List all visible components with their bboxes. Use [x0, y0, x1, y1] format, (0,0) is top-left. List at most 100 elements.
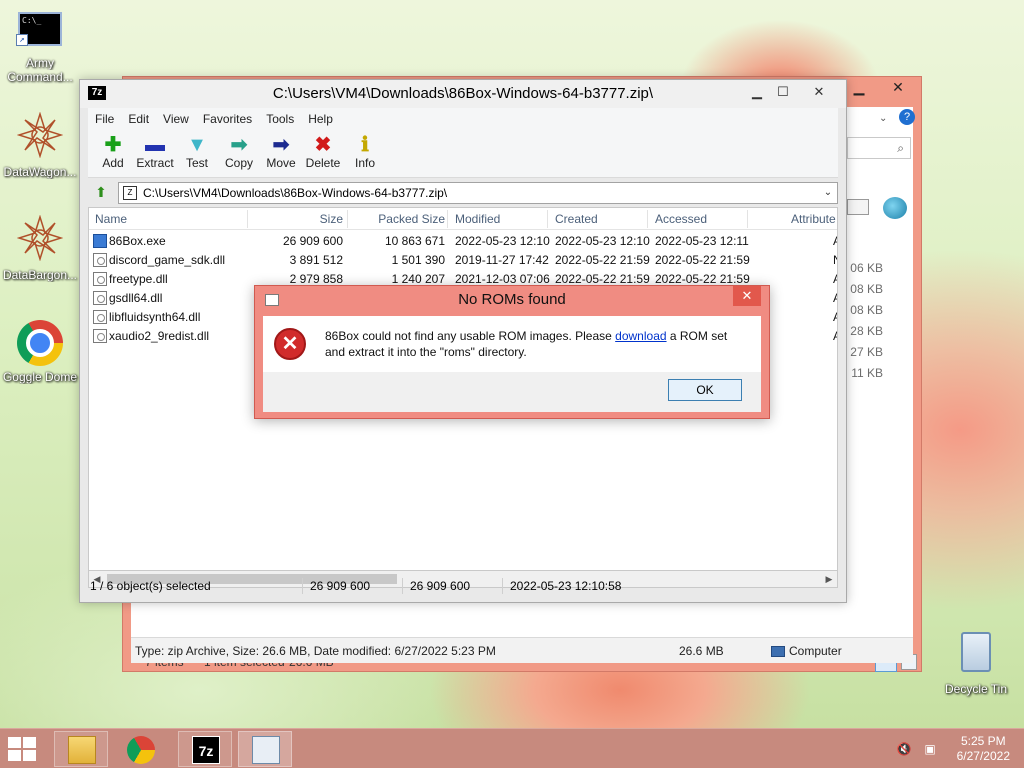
extract-button[interactable]: ▬ Extract [134, 130, 176, 177]
delete-button[interactable]: ✖ Delete [302, 130, 344, 177]
status-separator [402, 578, 403, 594]
status-bar: 1 / 6 object(s) selected 26 909 600 26 9… [88, 575, 838, 597]
column-size[interactable]: Size [239, 208, 343, 230]
info-label: Info [354, 156, 375, 170]
file-attributes: A [833, 289, 837, 308]
close-button[interactable]: ✕ [881, 77, 915, 97]
add-label: Add [102, 156, 124, 170]
column-created[interactable]: Created [555, 208, 598, 230]
network-icon[interactable]: ▣ [922, 742, 938, 756]
menu-edit[interactable]: Edit [121, 108, 156, 130]
file-created: 2022-05-22 21:59 [555, 253, 650, 267]
info-button[interactable]: ℹ Info [344, 130, 386, 177]
menu-view[interactable]: View [156, 108, 196, 130]
command-prompt-icon: C:\_ ↗ [16, 12, 62, 46]
windows-logo-icon [8, 750, 21, 761]
column-modified[interactable]: Modified [455, 208, 500, 230]
menu-tools[interactable]: Tools [259, 108, 301, 130]
column-separator[interactable] [447, 210, 448, 228]
menu-help[interactable]: Help [301, 108, 340, 130]
column-accessed[interactable]: Accessed [655, 208, 707, 230]
status-text: Type: zip Archive, Size: 26.6 MB, Date m… [135, 644, 496, 658]
shortcut-arrow-icon: ↗ [16, 34, 28, 46]
download-link[interactable]: download [615, 329, 666, 343]
column-separator[interactable] [747, 210, 748, 228]
minimize-button[interactable]: ▁ [744, 82, 770, 102]
column-separator[interactable] [547, 210, 548, 228]
taskbar-file-explorer[interactable] [54, 731, 108, 767]
selection-packed-size: 26 909 600 [410, 579, 471, 593]
desktop-icon-databargon[interactable]: DataBargon... [0, 214, 80, 282]
maximize-button[interactable]: ☐ [770, 82, 796, 102]
desktop-icon-goggle-dome[interactable]: Goggle Dome [0, 320, 80, 384]
taskbar-chrome[interactable] [113, 731, 167, 767]
search-icon: ⌕ [897, 141, 904, 155]
desktop-icon-army-command[interactable]: C:\_ ↗ Army Command... [0, 12, 80, 84]
chevron-down-icon[interactable]: ⌄ [879, 113, 887, 124]
toolbar: ✚ Add ▬ Extract ▼ Test ➡ Copy ➡ Move ✖ D… [88, 130, 838, 178]
table-row[interactable]: 86Box.exe 26 909 600 10 863 671 2022-05-… [89, 232, 837, 251]
desktop-icon-label: Army [26, 56, 54, 70]
address-input[interactable]: Z C:\Users\VM4\Downloads\86Box-Windows-6… [118, 182, 838, 204]
help-icon[interactable]: ? [899, 109, 915, 125]
menu-favorites[interactable]: Favorites [196, 108, 259, 130]
chevron-down-icon[interactable]: ⌄ [821, 183, 835, 203]
desktop-icon-label: Decycle Tin [944, 682, 1008, 696]
globe-icon[interactable] [883, 197, 907, 219]
computer-icon [771, 646, 785, 657]
copy-icon: ➡ [230, 134, 248, 156]
file-created: 2022-05-23 12:10 [555, 234, 650, 248]
close-button[interactable]: ✕ [806, 82, 832, 102]
ok-button[interactable]: OK [668, 379, 742, 401]
file-modified: 2022-05-23 12:10 [455, 234, 550, 248]
volume-muted-icon[interactable]: 🔇 [896, 742, 912, 756]
file-name: discord_game_sdk.dll [109, 253, 226, 267]
move-button[interactable]: ➡ Move [260, 130, 302, 177]
info-icon: ℹ [361, 134, 369, 156]
move-icon: ➡ [272, 134, 290, 156]
desktop-icon-datawagon[interactable]: DataWagon... [0, 111, 80, 179]
windows-logo-icon [23, 750, 36, 761]
dll-file-icon [93, 272, 107, 286]
add-icon: ✚ [104, 134, 122, 156]
taskbar-7zip[interactable]: 7z [178, 731, 232, 767]
desktop-icon-label: Goggle Dome [2, 370, 78, 384]
taskbar-86box[interactable] [238, 731, 292, 767]
desktop-icon-recycle-bin[interactable]: Decycle Tin [938, 632, 1014, 696]
copy-button[interactable]: ➡ Copy [218, 130, 260, 177]
menu-bar: File Edit View Favorites Tools Help [88, 108, 838, 130]
test-icon: ▼ [187, 134, 207, 156]
error-dialog[interactable]: No ROMs found ✕ ✕ 86Box could not find a… [254, 285, 770, 419]
clock[interactable]: 5:25 PM 6/27/2022 [957, 734, 1010, 764]
chrome-icon [127, 736, 155, 764]
dialog-body: ✕ 86Box could not find any usable ROM im… [263, 316, 761, 372]
file-accessed: 2022-05-22 21:59 [655, 253, 750, 267]
test-button[interactable]: ▼ Test [176, 130, 218, 177]
column-packed-size[interactable]: Packed Size [349, 208, 445, 230]
search-input[interactable]: ⌕ [847, 137, 911, 159]
table-row[interactable]: discord_game_sdk.dll 3 891 512 1 501 390… [89, 251, 837, 270]
column-separator[interactable] [647, 210, 648, 228]
column-separator[interactable] [347, 210, 348, 228]
windows-logo-icon [23, 737, 36, 748]
file-attributes: A [833, 232, 837, 251]
file-name: xaudio2_9redist.dll [109, 329, 210, 343]
file-modified: 2019-11-27 17:42 [455, 253, 549, 267]
close-button[interactable]: ✕ [733, 286, 761, 306]
menu-file[interactable]: File [88, 108, 121, 130]
folder-icon [68, 736, 96, 764]
dll-file-icon [93, 329, 107, 343]
column-attributes[interactable]: Attribute [791, 208, 836, 230]
view-toggle-icon[interactable] [847, 199, 869, 215]
folder-up-icon[interactable]: ⬆ [92, 184, 110, 202]
column-name[interactable]: Name [95, 208, 127, 230]
dll-file-icon [93, 291, 107, 305]
extract-icon: ▬ [145, 134, 165, 156]
status-separator [302, 578, 303, 594]
add-button[interactable]: ✚ Add [92, 130, 134, 177]
dialog-title: No ROMs found [458, 291, 566, 308]
file-name: libfluidsynth64.dll [109, 310, 201, 324]
title-bar[interactable]: 7z C:\Users\VM4\Downloads\86Box-Windows-… [80, 80, 846, 108]
start-button[interactable] [8, 737, 38, 761]
minimize-button[interactable]: ▁ [847, 77, 871, 97]
